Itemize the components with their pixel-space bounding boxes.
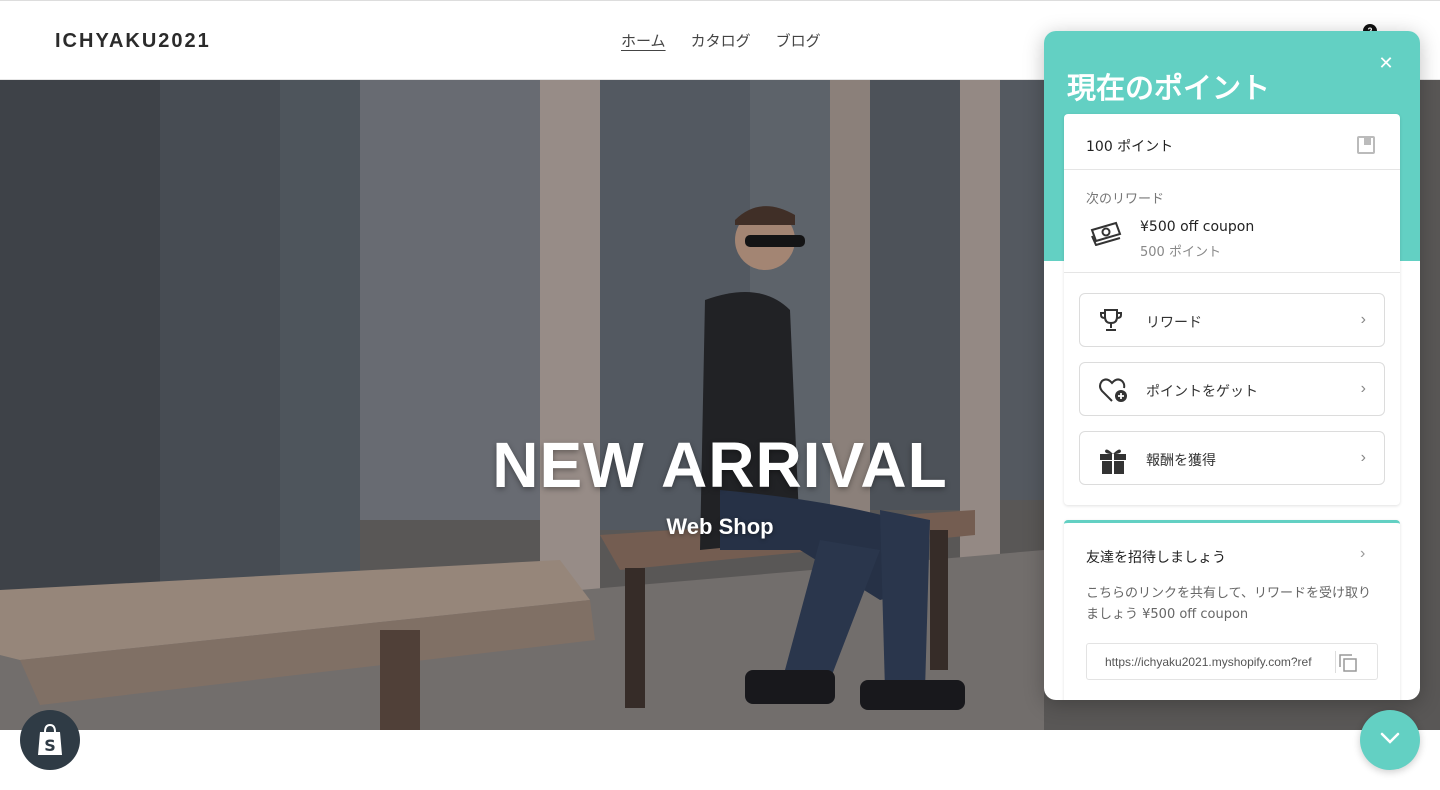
next-reward-name: ¥500 off coupon (1140, 219, 1255, 235)
next-reward-cost: 500 ポイント (1140, 245, 1221, 260)
earn-points-button[interactable]: ポイントをゲット › (1079, 362, 1385, 416)
chevron-right-icon: › (1360, 380, 1366, 397)
rewards-label: リワード (1146, 315, 1202, 331)
points-balance: 100 ポイント (1086, 139, 1174, 155)
nav-blog[interactable]: ブログ (776, 30, 821, 51)
redeem-button[interactable]: 報酬を獲得 › (1079, 431, 1385, 485)
bookmark-icon (1357, 136, 1375, 154)
trophy-icon (1098, 307, 1124, 338)
svg-text:S: S (44, 736, 56, 755)
panel-content[interactable]: 100 ポイント 次のリワード ¥500 off coupon 500 ポイント (1044, 114, 1420, 700)
chevron-right-icon[interactable]: › (1360, 545, 1365, 563)
divider (1064, 272, 1400, 273)
chevron-right-icon: › (1360, 449, 1366, 466)
referral-link-input[interactable] (1087, 644, 1327, 679)
referral-description: こちらのリンクを共有して、リワードを受け取りましょう ¥500 off coup… (1086, 586, 1371, 622)
copy-icon[interactable] (1335, 651, 1357, 673)
store-logo[interactable]: ICHYAKU2021 (55, 30, 211, 53)
earn-points-label: ポイントをゲット (1146, 384, 1258, 400)
points-card: 100 ポイント 次のリワード ¥500 off coupon 500 ポイント (1064, 114, 1400, 505)
rewards-button[interactable]: リワード › (1079, 293, 1385, 347)
nav-home[interactable]: ホーム (621, 30, 666, 51)
next-reward-label: 次のリワード (1086, 192, 1165, 207)
nav-catalog[interactable]: カタログ (691, 30, 751, 51)
gift-icon (1098, 445, 1128, 480)
referral-link-field (1086, 643, 1378, 680)
chevron-right-icon: › (1360, 311, 1366, 328)
money-icon (1089, 218, 1123, 251)
referral-title: 友達を招待しましょう (1086, 550, 1226, 566)
referral-card: 友達を招待しましょう › こちらのリンクを共有して、リワードを受け取りましょう … (1064, 520, 1400, 700)
close-icon[interactable]: ✕ (1376, 53, 1396, 73)
panel-title: 現在のポイント (1067, 71, 1271, 105)
chevron-down-icon (1379, 731, 1401, 750)
heart-plus-icon (1098, 376, 1128, 409)
points-row: 100 ポイント (1064, 114, 1400, 170)
shopify-bag-icon[interactable]: S (20, 710, 80, 770)
redeem-label: 報酬を獲得 (1146, 453, 1216, 469)
rewards-launcher-button[interactable] (1360, 710, 1420, 770)
rewards-panel: 現在のポイント ✕ 100 ポイント 次のリワード ¥500 off coupo… (1044, 31, 1420, 700)
main-nav: ホーム カタログ ブログ (621, 30, 821, 51)
